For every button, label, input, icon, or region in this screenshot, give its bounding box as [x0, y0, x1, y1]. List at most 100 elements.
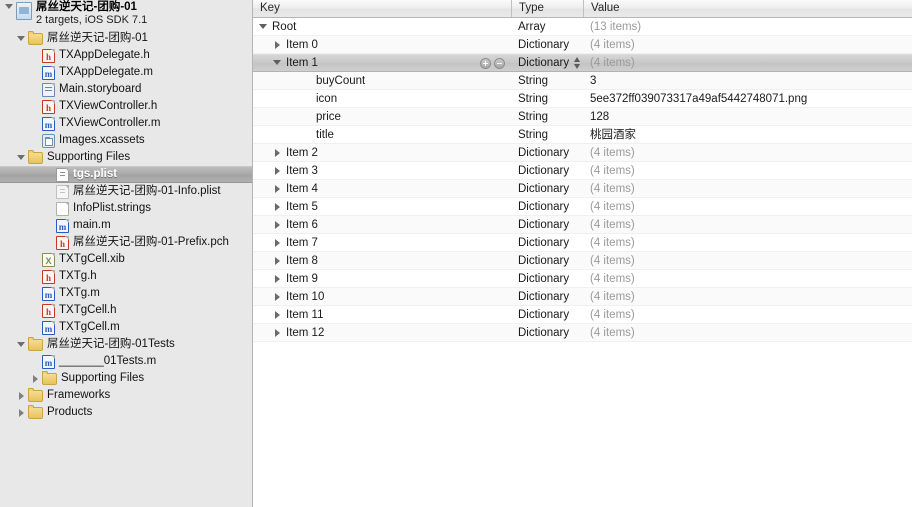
navigator-item[interactable]: h TXAppDelegate.h — [0, 47, 252, 64]
plist-type-cell[interactable]: Dictionary — [511, 198, 583, 215]
navigator-item[interactable]: Main.storyboard — [0, 81, 252, 98]
plist-key-cell[interactable]: Item 12 — [253, 324, 511, 341]
disclosure-triangle-icon[interactable] — [273, 238, 283, 248]
plist-key-cell[interactable]: title — [253, 126, 511, 143]
disclosure-triangle-icon[interactable] — [16, 407, 27, 418]
disclosure-triangle-icon[interactable] — [273, 202, 283, 212]
navigator-item[interactable]: m _______01Tests.m — [0, 353, 252, 370]
plist-row[interactable]: title String 桃园酒家 — [253, 126, 912, 144]
disclosure-triangle-icon[interactable] — [273, 40, 283, 50]
navigator-item[interactable]: 屌丝逆天记-团购-01Tests — [0, 336, 252, 353]
project-root-row[interactable]: 屌丝逆天记-团购-01 2 targets, iOS SDK 7.1 — [0, 0, 252, 30]
column-header-value[interactable]: Value — [583, 0, 912, 17]
navigator-item[interactable]: 屌丝逆天记-团购-01-Info.plist — [0, 183, 252, 200]
plist-key-cell[interactable]: Item 2 — [253, 144, 511, 161]
navigator-item[interactable]: Frameworks — [0, 387, 252, 404]
plist-value-cell[interactable]: (13 items) — [583, 18, 912, 35]
plist-type-cell[interactable]: Dictionary — [511, 162, 583, 179]
project-navigator[interactable]: 屌丝逆天记-团购-01 2 targets, iOS SDK 7.1 屌丝逆天记… — [0, 0, 253, 507]
navigator-item[interactable]: m main.m — [0, 217, 252, 234]
navigator-item[interactable]: h TXTgCell.h — [0, 302, 252, 319]
disclosure-triangle-icon[interactable] — [4, 1, 15, 12]
navigator-item[interactable]: m TXViewController.m — [0, 115, 252, 132]
plist-type-cell[interactable]: String — [511, 90, 583, 107]
plist-value-cell[interactable]: (4 items) — [583, 55, 912, 71]
plist-value-cell[interactable]: (4 items) — [583, 234, 912, 251]
navigator-item[interactable]: m TXTg.m — [0, 285, 252, 302]
plist-type-cell[interactable]: Dictionary — [511, 144, 583, 161]
navigator-item[interactable]: h 屌丝逆天记-团购-01-Prefix.pch — [0, 234, 252, 251]
plist-key-cell[interactable]: Item 6 — [253, 216, 511, 233]
add-row-icon[interactable] — [480, 58, 491, 69]
plist-value-cell[interactable]: (4 items) — [583, 324, 912, 341]
plist-key-cell[interactable]: Root — [253, 18, 511, 35]
plist-key-cell[interactable]: icon — [253, 90, 511, 107]
plist-type-cell[interactable]: Dictionary — [511, 270, 583, 287]
plist-type-cell[interactable]: Dictionary — [511, 180, 583, 197]
plist-key-cell[interactable]: Item 8 — [253, 252, 511, 269]
disclosure-triangle-icon[interactable] — [273, 274, 283, 284]
plist-value-cell[interactable]: (4 items) — [583, 252, 912, 269]
plist-row[interactable]: price String 128 — [253, 108, 912, 126]
plist-type-cell[interactable]: Dictionary — [511, 234, 583, 251]
plist-row[interactable]: Item 6 Dictionary (4 items) — [253, 216, 912, 234]
plist-row[interactable]: Item 7 Dictionary (4 items) — [253, 234, 912, 252]
plist-value-cell[interactable]: (4 items) — [583, 198, 912, 215]
plist-row[interactable]: Item 4 Dictionary (4 items) — [253, 180, 912, 198]
disclosure-triangle-icon[interactable] — [273, 166, 283, 176]
navigator-item[interactable]: h TXViewController.h — [0, 98, 252, 115]
column-header-type[interactable]: Type — [511, 0, 583, 17]
plist-key-cell[interactable]: Item 1 — [253, 55, 511, 71]
disclosure-triangle-icon[interactable] — [273, 328, 283, 338]
plist-row[interactable]: Item 12 Dictionary (4 items) — [253, 324, 912, 342]
disclosure-triangle-icon[interactable] — [16, 33, 27, 44]
plist-type-cell[interactable]: Dictionary — [511, 252, 583, 269]
navigator-item[interactable]: InfoPlist.strings — [0, 200, 252, 217]
disclosure-triangle-icon[interactable] — [30, 373, 41, 384]
column-header-key[interactable]: Key — [253, 0, 511, 17]
disclosure-triangle-icon[interactable] — [273, 220, 283, 230]
navigator-item[interactable]: Supporting Files — [0, 370, 252, 387]
navigator-item[interactable]: Products — [0, 404, 252, 421]
disclosure-triangle-icon[interactable] — [273, 310, 283, 320]
plist-row-list[interactable]: Root Array (13 items) Item 0 Dictionary (4 it… — [253, 18, 912, 342]
plist-editor[interactable]: Key Type Value Root Array (13 items) Item 0… — [253, 0, 912, 507]
disclosure-triangle-icon[interactable] — [273, 148, 283, 158]
type-stepper-icon[interactable] — [573, 56, 582, 70]
navigator-item[interactable]: h TXTg.h — [0, 268, 252, 285]
navigator-item[interactable]: X TXTgCell.xib — [0, 251, 252, 268]
plist-row[interactable]: Item 9 Dictionary (4 items) — [253, 270, 912, 288]
disclosure-triangle-icon[interactable] — [273, 256, 283, 266]
plist-value-cell[interactable]: (4 items) — [583, 162, 912, 179]
plist-value-cell[interactable]: 128 — [583, 108, 912, 125]
navigator-item[interactable]: m TXTgCell.m — [0, 319, 252, 336]
plist-row[interactable]: Item 11 Dictionary (4 items) — [253, 306, 912, 324]
disclosure-triangle-icon[interactable] — [259, 22, 269, 32]
navigator-item[interactable]: Images.xcassets — [0, 132, 252, 149]
plist-row[interactable]: Root Array (13 items) — [253, 18, 912, 36]
plist-key-cell[interactable]: Item 7 — [253, 234, 511, 251]
plist-type-cell[interactable]: Array — [511, 18, 583, 35]
plist-key-cell[interactable]: Item 3 — [253, 162, 511, 179]
plist-key-cell[interactable]: price — [253, 108, 511, 125]
plist-row[interactable]: Item 0 Dictionary (4 items) — [253, 36, 912, 54]
plist-type-cell[interactable]: String — [511, 126, 583, 143]
disclosure-triangle-icon[interactable] — [273, 58, 283, 68]
plist-type-cell[interactable]: Dictionary — [511, 216, 583, 233]
plist-value-cell[interactable]: (4 items) — [583, 306, 912, 323]
plist-type-cell[interactable]: Dictionary — [511, 55, 583, 71]
plist-row[interactable]: Item 8 Dictionary (4 items) — [253, 252, 912, 270]
plist-row[interactable]: Item 5 Dictionary (4 items) — [253, 198, 912, 216]
plist-value-cell[interactable]: 3 — [583, 72, 912, 89]
disclosure-triangle-icon[interactable] — [16, 390, 27, 401]
disclosure-triangle-icon[interactable] — [16, 152, 27, 163]
plist-row[interactable]: buyCount String 3 — [253, 72, 912, 90]
plist-value-cell[interactable]: 桃园酒家 — [583, 126, 912, 143]
navigator-file-list[interactable]: 屌丝逆天记-团购-01 h TXAppDelegate.h m TXAppDelegat… — [0, 30, 252, 421]
disclosure-triangle-icon[interactable] — [273, 292, 283, 302]
plist-row[interactable]: icon String 5ee372ff039073317a49af54427480… — [253, 90, 912, 108]
plist-value-cell[interactable]: (4 items) — [583, 144, 912, 161]
disclosure-triangle-icon[interactable] — [273, 184, 283, 194]
plist-value-cell[interactable]: (4 items) — [583, 216, 912, 233]
plist-type-cell[interactable]: Dictionary — [511, 36, 583, 53]
